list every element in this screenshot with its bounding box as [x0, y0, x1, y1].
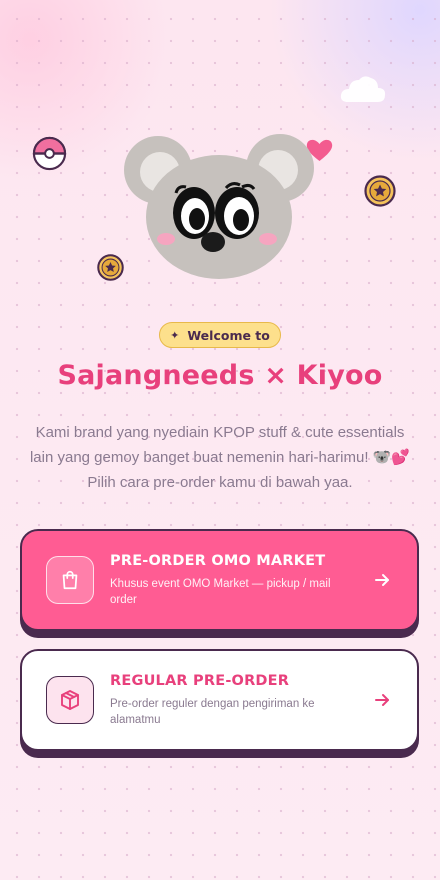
arrow-right-icon	[375, 694, 389, 706]
shopping-bag-icon	[46, 556, 94, 604]
cloud-icon	[340, 76, 386, 102]
koala-mascot	[124, 134, 314, 279]
star-coin-icon	[364, 175, 396, 207]
option-subtitle: Pre-order reguler dengan pengiriman ke a…	[110, 697, 315, 726]
option-title: PRE-ORDER OMO MARKET	[110, 552, 326, 569]
welcome-badge: ✦ Welcome to	[159, 322, 281, 348]
description-line: lain yang gemoy banget buat nemenin hari…	[29, 449, 411, 466]
brand-description: Kami brand yang nyediain KPOP stuff & cu…	[20, 420, 420, 495]
description-line: Pilih cara pre-order kamu di bawah yaa.	[87, 474, 353, 491]
description-line: Kami brand yang nyediain KPOP stuff & cu…	[35, 424, 405, 441]
option-title: REGULAR PRE-ORDER	[110, 672, 290, 689]
arrow-right-icon	[375, 574, 389, 586]
package-box-icon	[46, 676, 94, 724]
option-subtitle: Khusus event OMO Market — pickup / mail …	[110, 577, 331, 606]
welcome-label: Welcome to	[187, 327, 270, 343]
regular-preorder-button[interactable]: REGULAR PRE-ORDER Pre-order reguler deng…	[20, 649, 419, 751]
brand-title: Sajangneeds × Kiyoo	[57, 360, 383, 391]
ball-icon	[32, 136, 67, 171]
omo-market-preorder-button[interactable]: PRE-ORDER OMO MARKET Khusus event OMO Ma…	[20, 529, 419, 631]
sparkle-icon: ✦	[170, 328, 180, 342]
